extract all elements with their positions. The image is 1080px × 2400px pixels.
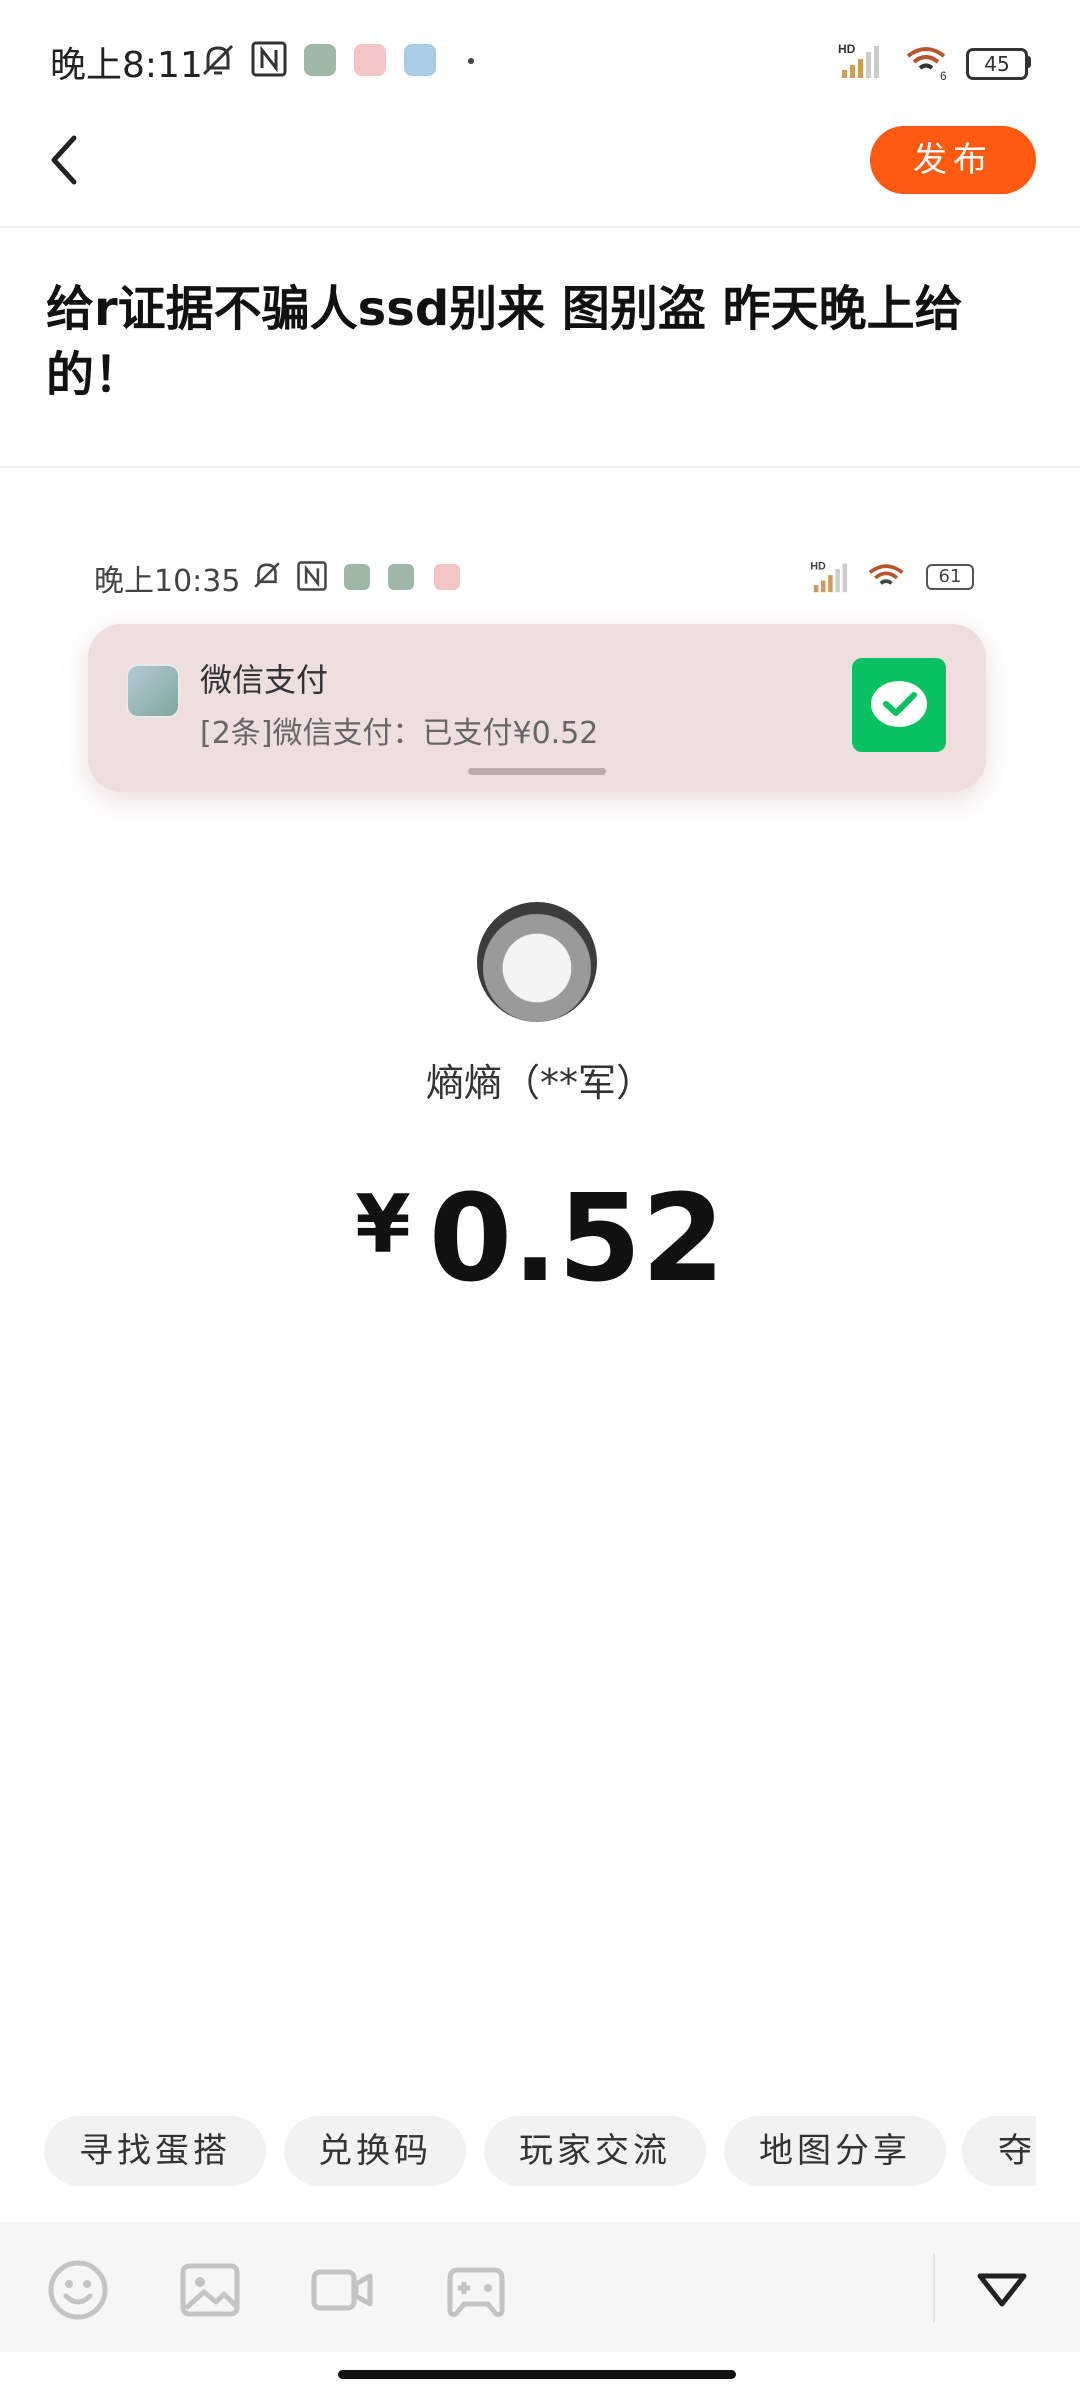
- tag-chip[interactable]: 寻找蛋搭: [44, 2116, 266, 2186]
- header-divider: [0, 226, 1080, 228]
- topic-tags-row[interactable]: 寻找蛋搭 兑换码 玩家交流 地图分享 夺: [44, 2116, 1036, 2186]
- post-title-input[interactable]: 给r证据不骗人ssd别来 图别盗 昨天晚上给的！: [46, 276, 1036, 408]
- app-notification-icon: [304, 44, 336, 76]
- nfc-icon: [251, 41, 287, 77]
- home-indicator[interactable]: [338, 2370, 736, 2379]
- signal-icon: HD: [838, 42, 879, 78]
- battery-indicator: 61: [926, 564, 974, 590]
- video-icon[interactable]: [310, 2258, 374, 2322]
- screenshot-status-time: 晚上10:35: [94, 564, 241, 599]
- tag-chip[interactable]: 夺: [962, 2116, 1036, 2186]
- notification-handle: [468, 768, 606, 775]
- app-notification-icon: [404, 44, 436, 76]
- wechat-logo-icon: [852, 658, 946, 752]
- title-divider: [0, 466, 1080, 468]
- notification-title: 微信支付: [200, 661, 329, 699]
- wifi-icon: [868, 564, 904, 585]
- battery-tip: [1026, 56, 1031, 68]
- avatar: [477, 902, 597, 1022]
- svg-text:HD: HD: [838, 42, 856, 56]
- wechat-app-icon: [126, 664, 180, 718]
- tag-chip[interactable]: 地图分享: [724, 2116, 946, 2186]
- tag-chip[interactable]: 兑换码: [284, 2116, 466, 2186]
- bell-off-icon: [202, 44, 234, 76]
- nfc-icon: [297, 561, 327, 591]
- app-notification-icon: [388, 564, 414, 590]
- payee-name: 熵熵（**军）: [425, 1061, 654, 1105]
- status-bar: 晚上8:11 HD 6 45: [0, 0, 1080, 120]
- amount-value: 0.52: [428, 1170, 725, 1309]
- svg-text:6: 6: [940, 69, 947, 82]
- more-dot-icon: [468, 58, 474, 64]
- battery-indicator: 45: [966, 48, 1028, 80]
- notification-body: [2条]微信支付：已支付¥0.52: [200, 716, 599, 751]
- app-notification-icon: [344, 564, 370, 590]
- app-notification-icon: [354, 44, 386, 76]
- tag-chip[interactable]: 玩家交流: [484, 2116, 706, 2186]
- publish-button[interactable]: 发布: [870, 126, 1036, 194]
- app-notification-icon: [434, 564, 460, 590]
- currency-symbol: ¥: [355, 1178, 411, 1271]
- gamepad-icon[interactable]: [444, 2258, 508, 2322]
- wifi-icon: 6: [906, 47, 947, 82]
- back-arrow-icon[interactable]: [42, 128, 94, 192]
- collapse-triangle-icon[interactable]: [970, 2258, 1034, 2322]
- emoji-icon[interactable]: [46, 2258, 110, 2322]
- image-icon[interactable]: [178, 2258, 242, 2322]
- toolbar-separator: [933, 2254, 935, 2322]
- status-time: 晚上8:11: [50, 45, 203, 86]
- bell-off-icon: [254, 562, 280, 588]
- compose-toolbar: [0, 2222, 1080, 2352]
- payment-amount: ¥0.52: [0, 1170, 1080, 1309]
- svg-text:HD: HD: [810, 561, 826, 573]
- signal-icon: HD: [810, 561, 848, 593]
